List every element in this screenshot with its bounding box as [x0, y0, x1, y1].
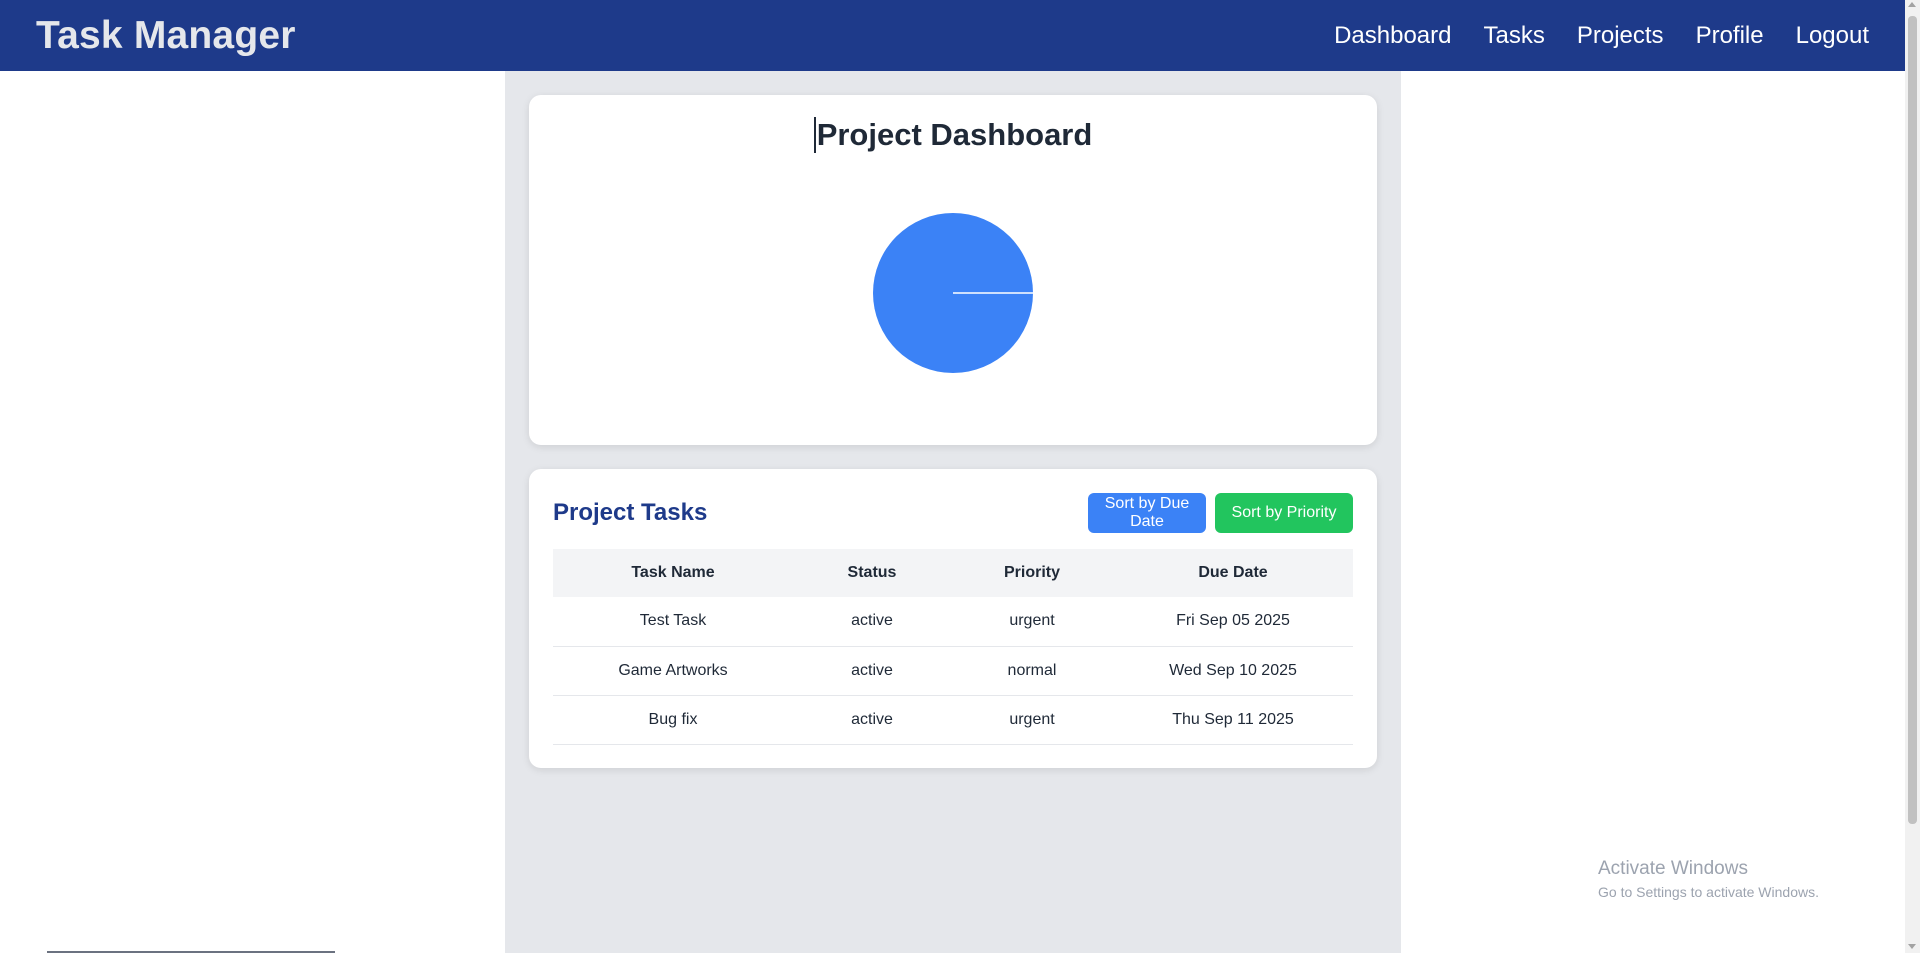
dashboard-title: Project Dashboard [529, 116, 1377, 155]
table-header-row: Task Name Status Priority Due Date [553, 549, 1353, 597]
column-header-task-name: Task Name [553, 549, 793, 597]
pie-chart-svg [873, 213, 1033, 373]
task-name-cell: Bug fix [553, 695, 793, 745]
task-status-cell: active [793, 597, 951, 647]
column-header-priority: Priority [951, 549, 1113, 597]
nav-link-logout[interactable]: Logout [1796, 22, 1869, 50]
watermark-title: Activate Windows [1598, 858, 1748, 879]
task-priority-cell: normal [951, 646, 1113, 696]
task-status-cell: active [793, 646, 951, 696]
task-due-date-cell: Wed Sep 10 2025 [1113, 646, 1353, 696]
sort-buttons: Sort by Due Date Sort by Priority [1088, 493, 1353, 533]
tasks-header: Project Tasks Sort by Due Date Sort by P… [553, 493, 1353, 533]
scrollbar-thumb[interactable] [1908, 16, 1917, 824]
project-tasks-card: Project Tasks Sort by Due Date Sort by P… [529, 469, 1377, 768]
table-row: Test Task active urgent Fri Sep 05 2025 [553, 597, 1353, 647]
scroll-down-arrow-icon[interactable] [1908, 944, 1916, 949]
brand-title[interactable]: Task Manager [36, 14, 296, 58]
vertical-scrollbar[interactable] [1905, 0, 1920, 953]
status-pie-chart [873, 213, 1033, 373]
dashboard-card: Project Dashboard [529, 95, 1377, 445]
task-due-date-cell: Thu Sep 11 2025 [1113, 695, 1353, 745]
task-status-cell: active [793, 695, 951, 745]
column-header-due-date: Due Date [1113, 549, 1353, 597]
watermark-subtitle: Go to Settings to activate Windows. [1598, 884, 1819, 900]
nav-links: Dashboard Tasks Projects Profile Logout [1334, 22, 1869, 50]
text-caret [813, 116, 816, 153]
tasks-title: Project Tasks [553, 499, 708, 526]
scroll-up-arrow-icon[interactable] [1908, 2, 1916, 7]
dashboard-title-text: Project Dashboard [816, 117, 1093, 152]
nav-link-profile[interactable]: Profile [1696, 22, 1764, 50]
tasks-table: Task Name Status Priority Due Date Test … [553, 549, 1353, 745]
top-navbar: Task Manager Dashboard Tasks Projects Pr… [0, 0, 1905, 71]
sort-by-due-date-button[interactable]: Sort by Due Date [1088, 493, 1206, 533]
task-due-date-cell: Fri Sep 05 2025 [1113, 597, 1353, 647]
table-row: Bug fix active urgent Thu Sep 11 2025 [553, 695, 1353, 745]
column-header-status: Status [793, 549, 951, 597]
main-content: Project Dashboard Project Tasks Sort by … [505, 71, 1401, 953]
table-row: Game Artworks active normal Wed Sep 10 2… [553, 646, 1353, 696]
task-name-cell: Test Task [553, 597, 793, 647]
sort-by-priority-button[interactable]: Sort by Priority [1215, 493, 1353, 533]
nav-link-dashboard[interactable]: Dashboard [1334, 22, 1451, 50]
task-priority-cell: urgent [951, 695, 1113, 745]
nav-link-tasks[interactable]: Tasks [1484, 22, 1545, 50]
task-priority-cell: urgent [951, 597, 1113, 647]
nav-link-projects[interactable]: Projects [1577, 22, 1664, 50]
windows-activation-watermark: Activate Windows Go to Settings to activ… [1598, 858, 1819, 900]
task-name-cell: Game Artworks [553, 646, 793, 696]
